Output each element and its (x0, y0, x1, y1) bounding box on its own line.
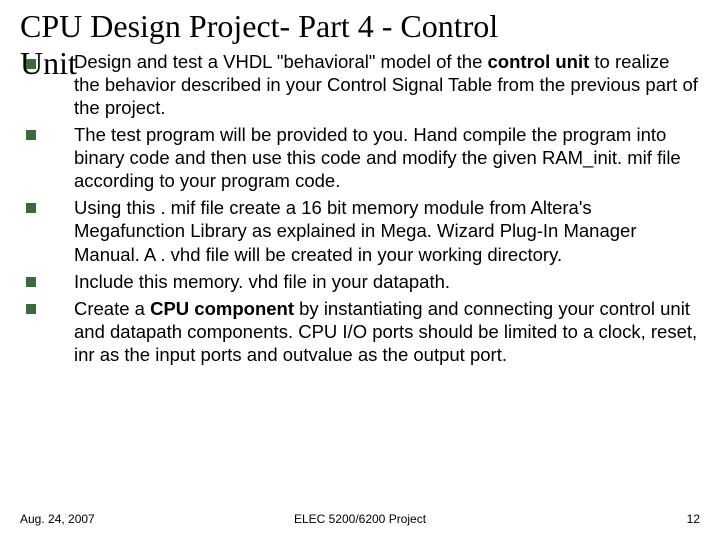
bullet-icon (26, 277, 36, 287)
bullet-bold: control unit (488, 51, 590, 72)
bullet-icon (26, 130, 36, 140)
bullet-text: Include this memory. vhd file in your da… (74, 270, 700, 293)
footer-page-number: 12 (687, 512, 700, 526)
footer-date: Aug. 24, 2007 (20, 512, 95, 526)
slide-body: Design and test a VHDL "behavioral" mode… (20, 50, 700, 367)
footer-course: ELEC 5200/6200 Project (294, 512, 426, 526)
bullet-bold: CPU component (150, 298, 294, 319)
bullet-item: Include this memory. vhd file in your da… (20, 270, 700, 293)
bullet-item: The test program will be provided to you… (20, 123, 700, 192)
bullet-text: Create a CPU component by instantiating … (74, 297, 700, 366)
title-line1: CPU Design Project- Part 4 - Control (20, 8, 498, 44)
bullet-text: Using this . mif file create a 16 bit me… (74, 196, 700, 265)
bullet-text: Design and test a VHDL "behavioral" mode… (74, 50, 700, 119)
slide: CPU Design Project- Part 4 - Control Uni… (0, 0, 720, 540)
bullet-pre: Include this memory. vhd file in your da… (74, 271, 450, 292)
bullet-pre: Create a (74, 298, 150, 319)
bullet-item: Create a CPU component by instantiating … (20, 297, 700, 366)
bullet-pre: Design and test a VHDL "behavioral" mode… (74, 51, 488, 72)
bullet-icon (26, 203, 36, 213)
bullet-text: The test program will be provided to you… (74, 123, 700, 192)
bullet-icon (26, 304, 36, 314)
bullet-item: Using this . mif file create a 16 bit me… (20, 196, 700, 265)
bullet-pre: The test program will be provided to you… (74, 124, 681, 191)
bullet-pre: Using this . mif file create a 16 bit me… (74, 197, 637, 264)
bullet-icon (26, 59, 36, 69)
